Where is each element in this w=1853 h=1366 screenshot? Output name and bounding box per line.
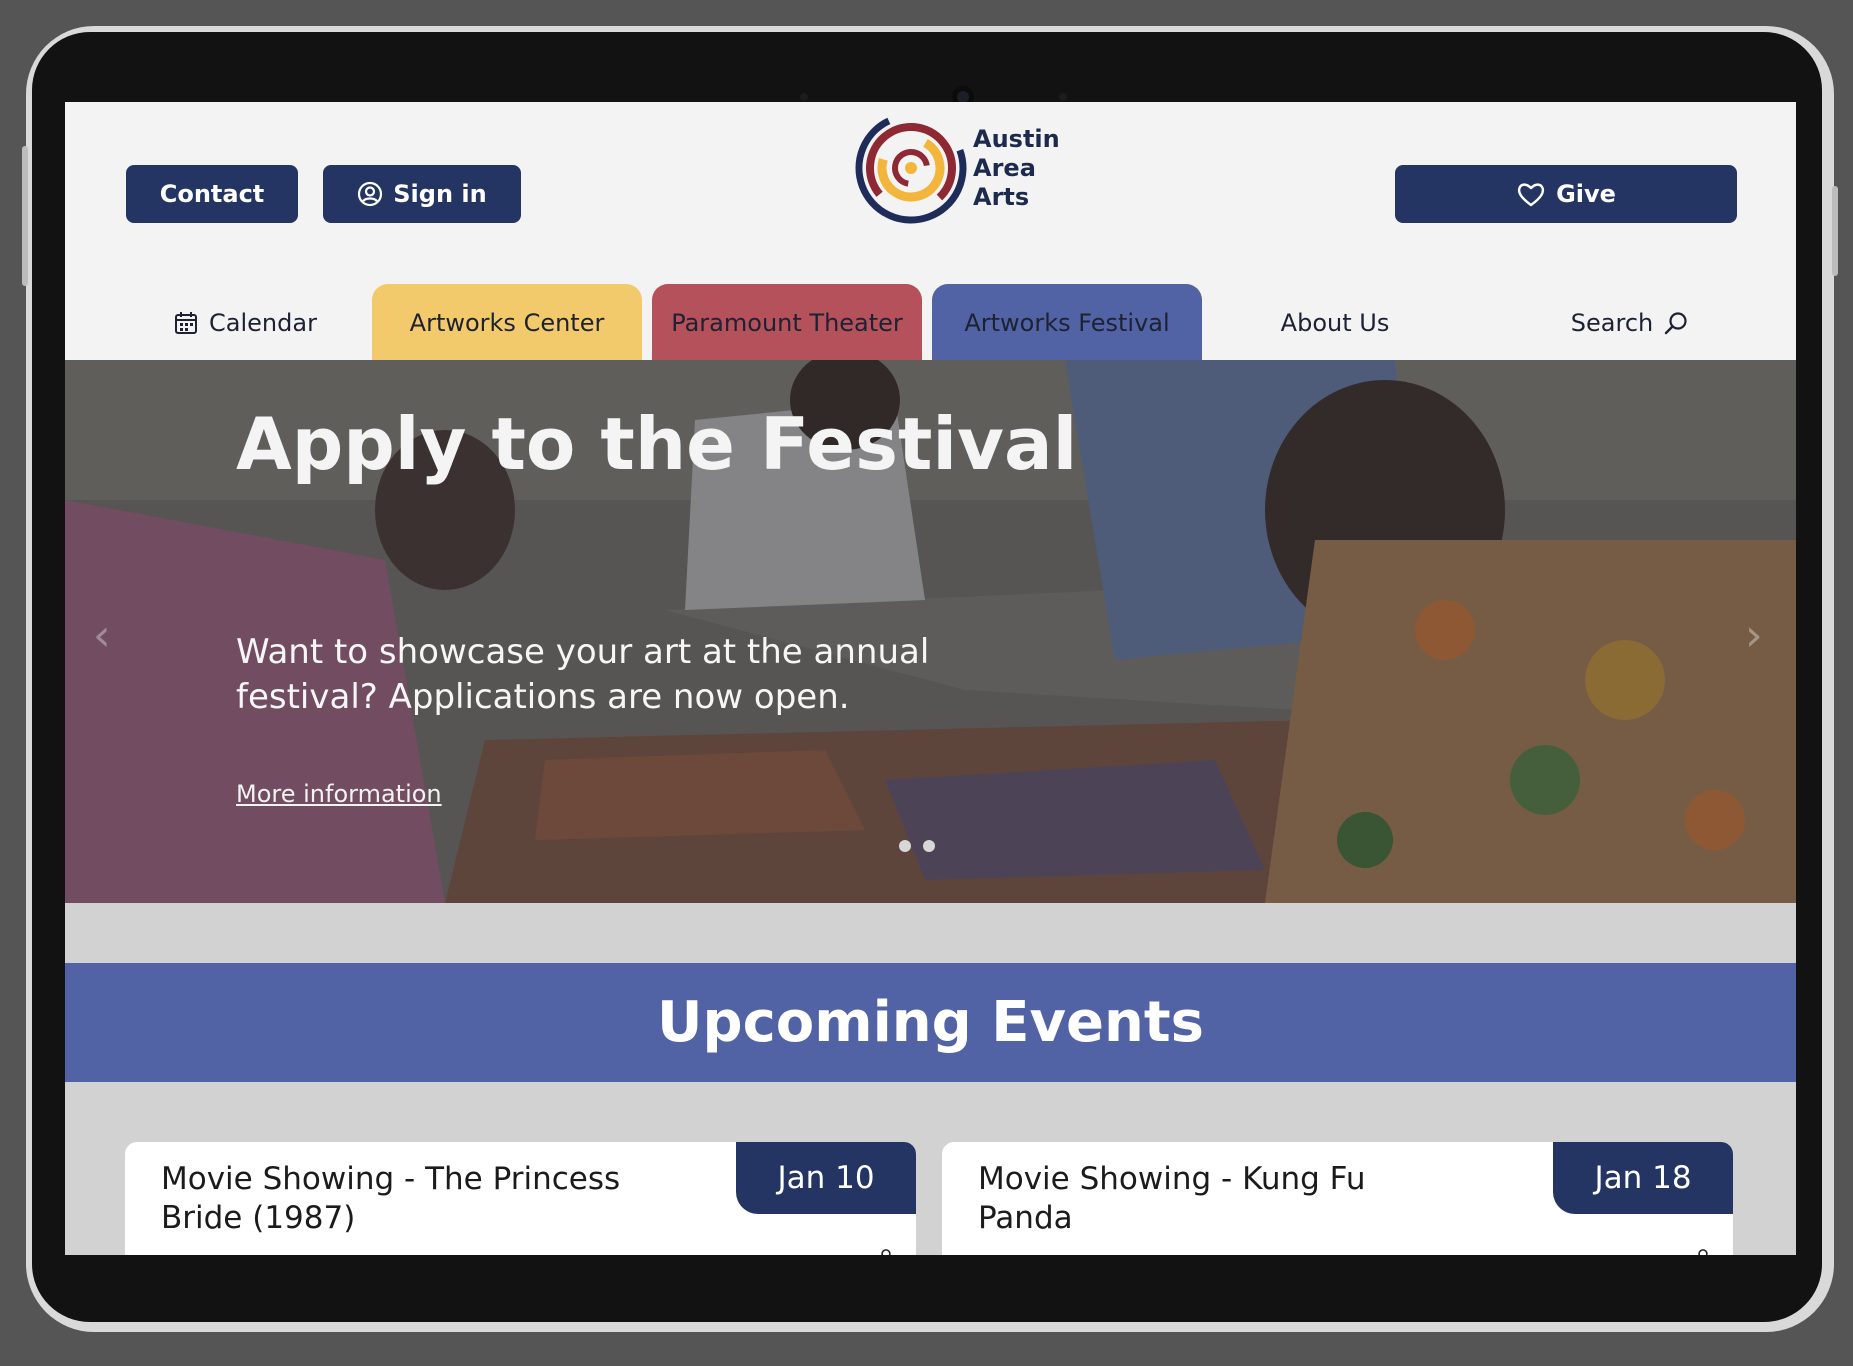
spiral-logo-icon <box>855 112 967 224</box>
sensor-dot <box>800 93 808 101</box>
tab-paramount-theater[interactable]: Paramount Theater <box>652 284 922 362</box>
tablet-side-button <box>22 146 28 286</box>
contact-button[interactable]: Contact <box>126 165 298 223</box>
nav-about-label: About Us <box>1280 309 1390 337</box>
event-card[interactable]: Movie Showing - The Princess Bride (1987… <box>125 1142 916 1255</box>
logo-text: Austin Area Arts <box>973 125 1060 212</box>
contact-button-label: Contact <box>159 180 265 208</box>
event-date-badge: Jan 10 <box>736 1142 916 1214</box>
event-date: Jan 10 <box>777 1160 875 1196</box>
events-heading-text: Upcoming Events <box>657 990 1204 1055</box>
sign-in-button-label: Sign in <box>393 180 487 208</box>
event-card[interactable]: Movie Showing - Kung Fu Panda Jan 18 ☍ <box>942 1142 1733 1255</box>
sign-in-button[interactable]: Sign in <box>323 165 521 223</box>
hero-description: Want to showcase your art at the annual … <box>236 632 930 717</box>
logo-line: Area <box>973 153 1036 182</box>
share-icon[interactable]: ☍ <box>1687 1246 1709 1255</box>
carousel-dot[interactable] <box>923 840 935 852</box>
give-button-label: Give <box>1556 180 1616 208</box>
nav-about-us[interactable]: About Us <box>1235 284 1435 362</box>
hero-carousel: ‹ › Apply to the Festival Want to showca… <box>65 360 1796 903</box>
logo-line: Austin <box>973 124 1060 153</box>
user-circle-icon <box>358 181 383 207</box>
carousel-dot[interactable] <box>899 840 911 852</box>
more-information-link[interactable]: More information <box>236 780 442 808</box>
sensor-dot <box>1059 93 1067 101</box>
upcoming-events-heading: Upcoming Events <box>65 963 1796 1082</box>
nav-search[interactable]: Search <box>1545 284 1715 362</box>
logo-line: Arts <box>973 182 1030 211</box>
nav-calendar-label: Calendar <box>209 309 317 337</box>
calendar-icon <box>175 312 198 334</box>
section-spacer <box>65 903 1796 963</box>
tab-label: Artworks Festival <box>964 309 1170 337</box>
event-date: Jan 18 <box>1594 1160 1692 1196</box>
give-button[interactable]: Give <box>1395 165 1737 223</box>
share-icon[interactable]: ☍ <box>870 1246 892 1255</box>
carousel-prev-arrow-icon[interactable]: ‹ <box>93 610 111 661</box>
event-title: Movie Showing - The Princess Bride (1987… <box>161 1161 621 1236</box>
tab-label: Paramount Theater <box>671 309 903 337</box>
tab-artworks-center[interactable]: Artworks Center <box>372 284 642 362</box>
carousel-next-arrow-icon[interactable]: › <box>1745 610 1763 661</box>
hero-title: Apply to the Festival <box>236 402 1078 486</box>
tab-label: Artworks Center <box>409 309 605 337</box>
event-title: Movie Showing - Kung Fu Panda <box>978 1161 1366 1236</box>
site-logo[interactable]: Austin Area Arts <box>855 112 1060 224</box>
search-icon <box>1665 312 1687 335</box>
browser-screen: Contact Sign in Austin Area Arts Give Ca… <box>65 102 1796 1255</box>
heart-icon <box>1517 183 1545 207</box>
tab-artworks-festival[interactable]: Artworks Festival <box>932 284 1202 362</box>
nav-search-label: Search <box>1570 309 1654 337</box>
nav-calendar[interactable]: Calendar <box>165 284 325 362</box>
event-date-badge: Jan 18 <box>1553 1142 1733 1214</box>
tablet-side-button <box>1832 186 1838 276</box>
